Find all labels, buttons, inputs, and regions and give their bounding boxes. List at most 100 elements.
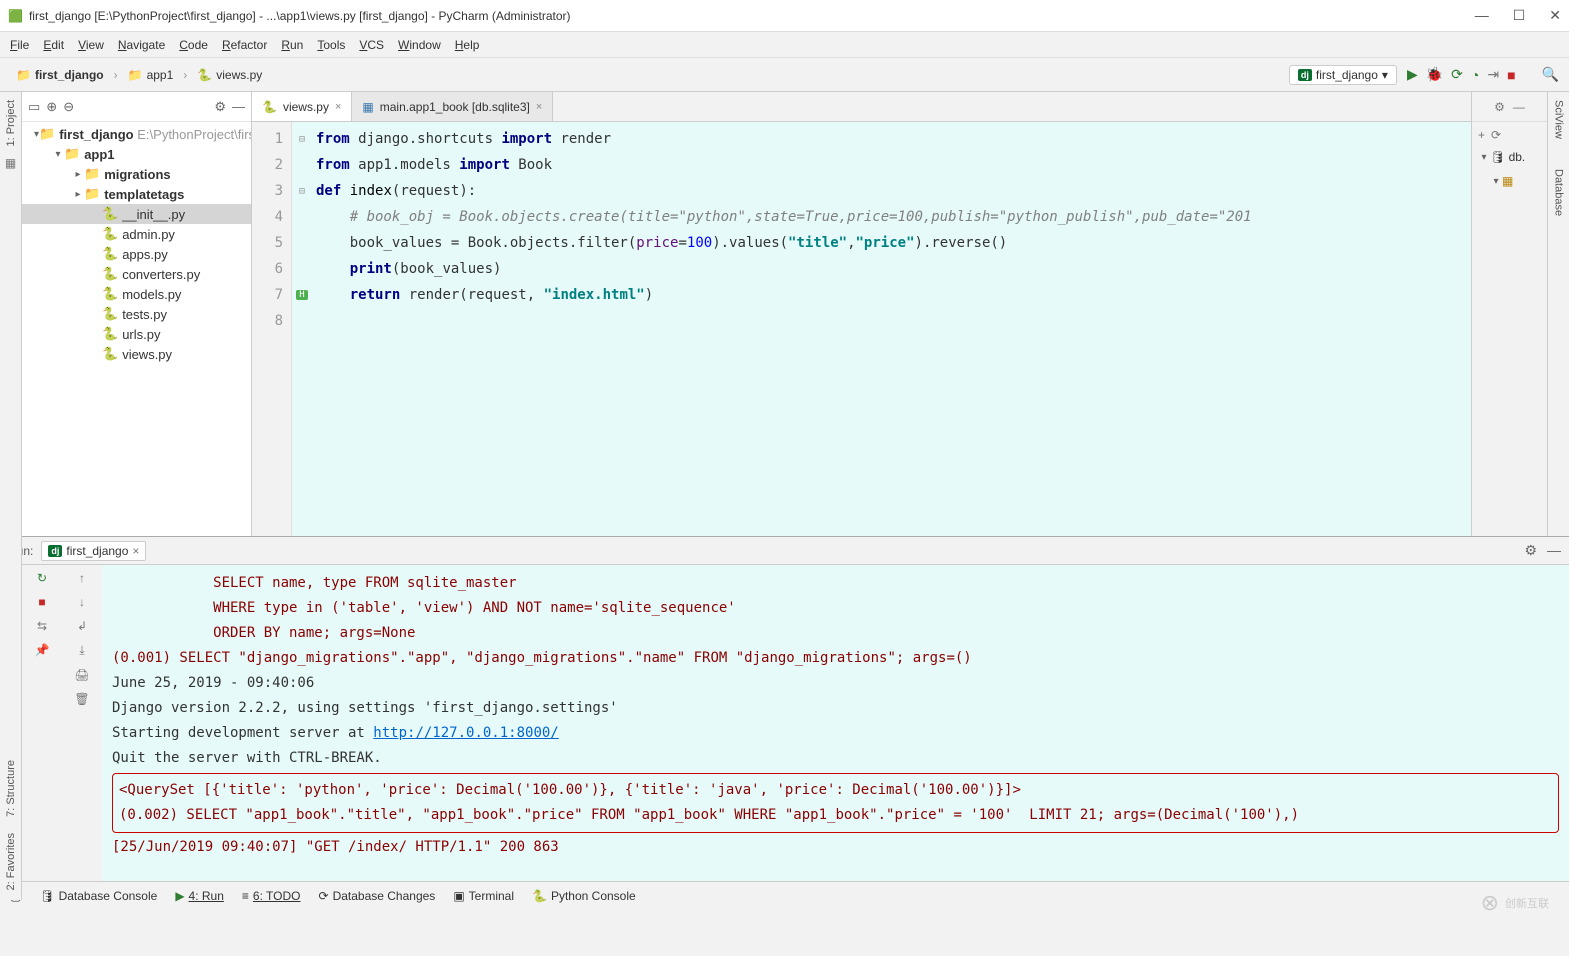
- stop-button[interactable]: ■: [38, 595, 45, 609]
- debug-button[interactable]: 🐞: [1426, 66, 1443, 83]
- breadcrumb-file[interactable]: 🐍views.py: [191, 66, 268, 84]
- left-tool-rail: 1: Project ▦: [0, 92, 22, 536]
- tree-file-__init__-py[interactable]: 🐍__init__.py: [22, 204, 251, 224]
- titlebar: 🟩 first_django [E:\PythonProject\first_d…: [0, 0, 1569, 32]
- menu-code[interactable]: Code: [179, 38, 208, 52]
- favorites-tool-button[interactable]: 2: Favorites: [5, 833, 17, 890]
- project-tree[interactable]: ▾📁first_django E:\PythonProject\first_dj…: [22, 122, 251, 536]
- console-output[interactable]: SELECT name, type FROM sqlite_master WHE…: [102, 565, 1569, 881]
- menu-edit[interactable]: Edit: [43, 38, 64, 52]
- editor-tab[interactable]: 🐍views.py×: [252, 92, 352, 121]
- tree-file-tests-py[interactable]: 🐍tests.py: [22, 304, 251, 324]
- coverage-button[interactable]: ⟳: [1451, 66, 1463, 83]
- hide-icon[interactable]: —: [1547, 542, 1561, 559]
- close-icon[interactable]: ×: [132, 544, 139, 558]
- menu-refactor[interactable]: Refactor: [222, 38, 267, 52]
- run-button[interactable]: ▶: [1407, 66, 1418, 83]
- run-tab[interactable]: dj first_django ×: [41, 541, 146, 561]
- project-toolbar: ▭ ⊕ ⊖ ⚙ —: [22, 92, 251, 122]
- toggle-softwrap-button[interactable]: ⇆: [37, 619, 47, 633]
- profile-button[interactable]: ◔: [1471, 67, 1479, 83]
- run-configuration-selector[interactable]: dj first_django ▾: [1289, 65, 1397, 85]
- close-icon[interactable]: ×: [335, 101, 341, 113]
- structure-tool-button[interactable]: 7: Structure: [5, 760, 17, 817]
- tree-root[interactable]: ▾📁first_django E:\PythonProject\first_dj…: [22, 124, 251, 144]
- print-button[interactable]: 🖨: [74, 668, 89, 682]
- refresh-icon[interactable]: ⟳: [1491, 128, 1501, 142]
- menu-navigate[interactable]: Navigate: [118, 38, 165, 52]
- menubar: File Edit View Navigate Code Refactor Run Tools…: [0, 32, 1569, 58]
- maximize-button[interactable]: ☐: [1513, 7, 1526, 24]
- database-tool-button[interactable]: Database: [1553, 169, 1565, 216]
- run-controls: ↻ ■ ⇆ 📌 ↑ ↓ ↲ ⤓ 🖨 🗑: [22, 565, 102, 881]
- sciview-tool-button[interactable]: SciView: [1553, 100, 1565, 139]
- hide-icon[interactable]: —: [232, 99, 245, 114]
- project-tool-button[interactable]: 1: Project: [5, 100, 17, 146]
- editor-tabs: 🐍views.py×▦main.app1_book [db.sqlite3]×: [252, 92, 1471, 122]
- up-stack-button[interactable]: ↑: [79, 571, 85, 585]
- tree-file-apps-py[interactable]: 🐍apps.py: [22, 244, 251, 264]
- menu-help[interactable]: Help: [455, 38, 480, 52]
- statusbar: ▢ 🛢 Database Console ▶ 4: Run ≡ 6: TODO …: [0, 881, 1569, 909]
- menu-vcs[interactable]: VCS: [359, 38, 384, 52]
- breadcrumb-root[interactable]: 📁first_django: [10, 66, 110, 84]
- navbar: 📁first_django › 📁app1 › 🐍views.py dj fir…: [0, 58, 1569, 92]
- softwrap-icon[interactable]: ↲: [77, 619, 87, 633]
- menu-file[interactable]: File: [10, 38, 29, 52]
- pin-button[interactable]: 📌: [35, 643, 50, 657]
- run-tool-button[interactable]: ▶ 4: Run: [175, 889, 224, 903]
- expand-icon[interactable]: ⊖: [63, 99, 74, 115]
- db-changes-button[interactable]: ⟳ Database Changes: [319, 889, 436, 903]
- editor-tab[interactable]: ▦main.app1_book [db.sqlite3]×: [352, 92, 553, 121]
- close-icon[interactable]: ×: [536, 101, 542, 113]
- django-icon: dj: [1298, 69, 1312, 81]
- flatten-icon[interactable]: ▭: [28, 99, 40, 115]
- tree-file-admin-py[interactable]: 🐍admin.py: [22, 224, 251, 244]
- menu-view[interactable]: View: [78, 38, 104, 52]
- tree-file-models-py[interactable]: 🐍models.py: [22, 284, 251, 304]
- rerun-button[interactable]: ↻: [37, 571, 47, 585]
- todo-tool-button[interactable]: ≡ 6: TODO: [242, 889, 301, 903]
- terminal-tool-button[interactable]: ▣ Terminal: [453, 889, 514, 903]
- gear-icon[interactable]: ⚙: [214, 99, 226, 115]
- breadcrumb-app1[interactable]: 📁app1: [122, 66, 180, 84]
- code-editor[interactable]: from django.shortcuts import renderfrom …: [312, 122, 1471, 536]
- gear-icon[interactable]: ⚙: [1524, 542, 1537, 559]
- fold-column[interactable]: ⊟⊟H: [292, 122, 312, 536]
- tree-app1[interactable]: ▾📁app1: [22, 144, 251, 164]
- editor-body[interactable]: 12345678 ⊟⊟H from django.shortcuts impor…: [252, 122, 1471, 536]
- menu-window[interactable]: Window: [398, 38, 441, 52]
- watermark: ⊗创新互联: [1481, 890, 1549, 916]
- minimize-button[interactable]: —: [1475, 7, 1489, 24]
- menu-tools[interactable]: Tools: [317, 38, 345, 52]
- tree-templatetags[interactable]: ▸📁templatetags: [22, 184, 251, 204]
- menu-run[interactable]: Run: [281, 38, 303, 52]
- clear-button[interactable]: 🗑: [74, 692, 89, 706]
- server-url-link[interactable]: http://127.0.0.1:8000/: [373, 725, 558, 741]
- down-stack-button[interactable]: ↓: [79, 595, 85, 609]
- left-lower-rail: 7: Structure 2: Favorites: [0, 510, 22, 900]
- stop-button[interactable]: ■: [1507, 67, 1515, 83]
- window-title: first_django [E:\PythonProject\first_dja…: [29, 9, 1475, 23]
- tree-migrations[interactable]: ▸📁migrations: [22, 164, 251, 184]
- run-tool-window: Run: dj first_django × ⚙ — ↻ ■ ⇆ 📌 ↑ ↓ ↲…: [0, 536, 1569, 881]
- right-tool-rail: SciView Database: [1547, 92, 1569, 536]
- db-node[interactable]: ▾🛢 db.: [1478, 148, 1541, 166]
- tree-file-views-py[interactable]: 🐍views.py: [22, 344, 251, 364]
- tree-file-urls-py[interactable]: 🐍urls.py: [22, 324, 251, 344]
- tree-file-converters-py[interactable]: 🐍converters.py: [22, 264, 251, 284]
- python-file-icon: 🐍: [197, 68, 212, 82]
- attach-button[interactable]: ⇥: [1487, 66, 1499, 83]
- collapse-icon[interactable]: ⊕: [46, 99, 57, 115]
- db-schema-node[interactable]: ▾▦: [1478, 172, 1541, 190]
- gear-icon[interactable]: ⚙: [1494, 100, 1505, 114]
- folder-rail-icon[interactable]: ▦: [5, 156, 16, 170]
- hide-icon[interactable]: —: [1513, 100, 1525, 114]
- python-console-button[interactable]: 🐍 Python Console: [532, 889, 636, 903]
- database-console-button[interactable]: 🛢 Database Console: [39, 889, 157, 903]
- search-everywhere-button[interactable]: 🔍: [1542, 66, 1559, 83]
- django-icon: dj: [48, 545, 62, 557]
- close-button[interactable]: ✕: [1549, 7, 1561, 24]
- scroll-end-button[interactable]: ⤓: [79, 643, 84, 658]
- add-datasource-button[interactable]: +: [1478, 128, 1485, 142]
